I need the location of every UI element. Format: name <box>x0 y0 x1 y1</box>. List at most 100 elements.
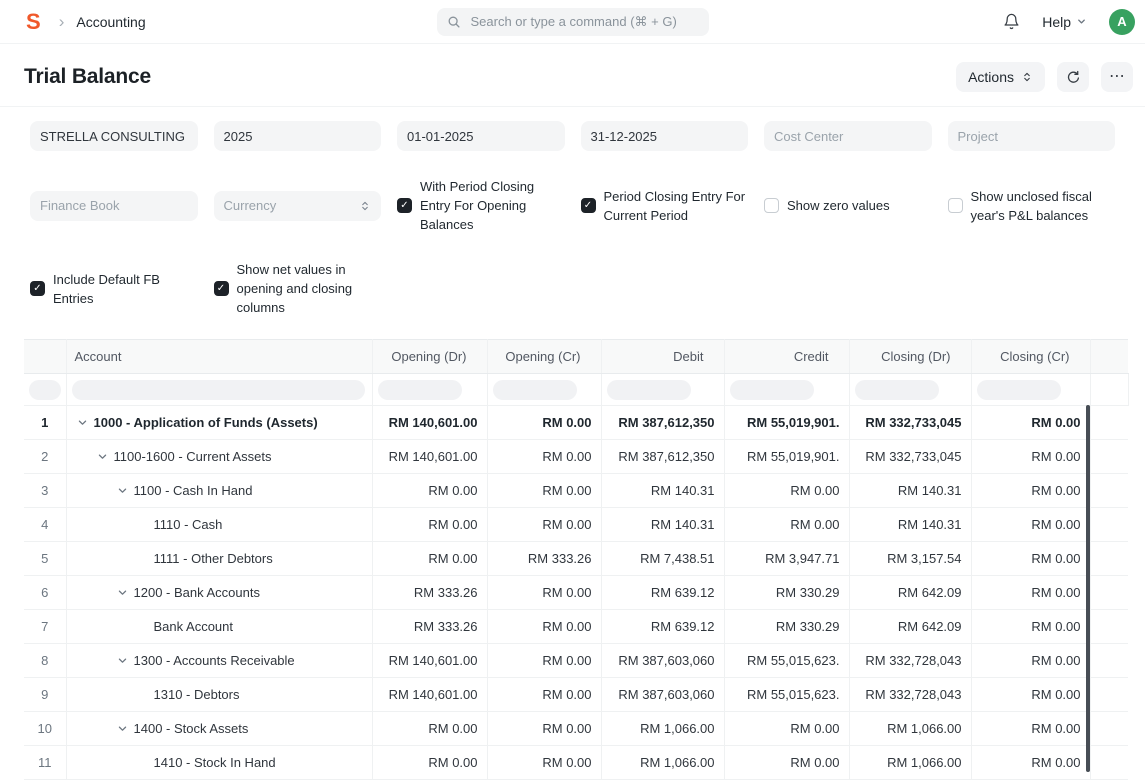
account-cell[interactable]: 1400 - Stock Assets <box>66 712 372 746</box>
more-options-button[interactable]: ⋯ <box>1101 62 1133 92</box>
account-cell[interactable]: Bank Account <box>66 610 372 644</box>
table-row[interactable]: 21100-1600 - Current AssetsRM 140,601.00… <box>24 440 1128 474</box>
checkbox-include-default-fb[interactable]: Include Default FB Entries <box>30 270 198 308</box>
table-row[interactable]: 11000 - Application of Funds (Assets) RM … <box>24 406 1128 440</box>
account-cell[interactable]: 1111 - Other Debtors <box>66 542 372 576</box>
rownum-filter-input[interactable] <box>29 380 61 400</box>
account-cell[interactable]: 1000 - Application of Funds (Assets) <box>66 406 372 440</box>
closing-cr-filter-input[interactable] <box>977 380 1061 400</box>
account-name: 1200 - Bank Accounts <box>134 585 260 600</box>
opening-dr-filter-input[interactable] <box>378 380 462 400</box>
column-header-debit[interactable]: Debit <box>601 340 724 374</box>
search-icon <box>447 15 461 29</box>
chevron-down-icon[interactable] <box>117 723 134 734</box>
chevron-down-icon[interactable] <box>77 417 94 428</box>
to-date-filter[interactable] <box>581 121 749 151</box>
account-cell[interactable]: 1100 - Cash In Hand <box>66 474 372 508</box>
chevron-down-icon[interactable] <box>117 485 134 496</box>
breadcrumb[interactable]: Accounting <box>76 14 145 30</box>
amount-cell: RM 0.00 <box>487 712 601 746</box>
checkbox-icon[interactable] <box>397 198 412 213</box>
account-name: 1310 - Debtors <box>154 687 240 702</box>
account-cell[interactable]: 1310 - Debtors <box>66 678 372 712</box>
global-search[interactable] <box>437 8 709 36</box>
column-header-credit[interactable]: Credit <box>724 340 849 374</box>
column-header-opening-dr[interactable]: Opening (Dr) <box>372 340 487 374</box>
refresh-icon <box>1066 70 1081 85</box>
navbar: S › Accounting Help A <box>0 0 1145 44</box>
table-row[interactable]: 81300 - Accounts ReceivableRM 140,601.00… <box>24 644 1128 678</box>
opening-cr-filter-input[interactable] <box>493 380 577 400</box>
from-date-filter[interactable] <box>397 121 565 151</box>
amount-cell: RM 55,019,901. <box>724 440 849 474</box>
amount-cell: RM 333.26 <box>372 576 487 610</box>
filler-cell <box>1090 712 1128 746</box>
credit-filter-input[interactable] <box>730 380 814 400</box>
account-name: 1111 - Other Debtors <box>154 551 273 566</box>
account-name: 1100 - Cash In Hand <box>134 483 253 498</box>
debit-filter-input[interactable] <box>607 380 691 400</box>
account-filter-input[interactable] <box>72 380 365 400</box>
checkbox-period-closing-opening[interactable]: With Period Closing Entry For Opening Ba… <box>397 177 565 234</box>
table-row[interactable]: 101400 - Stock AssetsRM 0.00RM 0.00RM 1,… <box>24 712 1128 746</box>
chevron-down-icon[interactable] <box>117 655 134 666</box>
column-header-opening-cr[interactable]: Opening (Cr) <box>487 340 601 374</box>
account-cell[interactable]: 1100-1600 - Current Assets <box>66 440 372 474</box>
search-input[interactable] <box>469 13 699 30</box>
cost-center-filter[interactable] <box>764 121 932 151</box>
checkbox-show-net-values[interactable]: Show net values in opening and closing c… <box>214 260 382 317</box>
amount-cell: RM 0.00 <box>724 508 849 542</box>
fiscal-year-filter[interactable] <box>214 121 382 151</box>
amount-cell: RM 55,015,623. <box>724 678 849 712</box>
vertical-scrollbar[interactable] <box>1086 405 1090 772</box>
checkbox-icon[interactable] <box>30 281 45 296</box>
table-row[interactable]: 91310 - DebtorsRM 140,601.00RM 0.00RM 38… <box>24 678 1128 712</box>
amount-cell: RM 3,157.54 <box>849 542 971 576</box>
avatar[interactable]: A <box>1109 9 1135 35</box>
account-cell[interactable]: 1200 - Bank Accounts <box>66 576 372 610</box>
amount-cell: RM 140,601.00 <box>372 440 487 474</box>
account-cell[interactable]: 1110 - Cash <box>66 508 372 542</box>
checkbox-period-closing-current[interactable]: Period Closing Entry For Current Period <box>581 187 749 225</box>
amount-cell: RM 0.00 <box>971 406 1090 440</box>
amount-cell: RM 0.00 <box>971 746 1090 780</box>
table-header-row: Account Opening (Dr) Opening (Cr) Debit … <box>24 340 1128 374</box>
table-row[interactable]: 51111 - Other DebtorsRM 0.00RM 333.26RM … <box>24 542 1128 576</box>
account-cell[interactable]: 1300 - Accounts Receivable <box>66 644 372 678</box>
notifications-button[interactable] <box>1003 13 1020 30</box>
refresh-button[interactable] <box>1057 62 1089 92</box>
chevron-down-icon[interactable] <box>97 451 114 462</box>
help-menu[interactable]: Help <box>1042 14 1087 30</box>
app-logo[interactable]: S <box>26 11 41 33</box>
filler-cell <box>1090 610 1128 644</box>
project-filter[interactable] <box>948 121 1116 151</box>
table-row[interactable]: 31100 - Cash In HandRM 0.00RM 0.00RM 140… <box>24 474 1128 508</box>
checkbox-icon[interactable] <box>764 198 779 213</box>
column-header-closing-dr[interactable]: Closing (Dr) <box>849 340 971 374</box>
filler-cell <box>1090 678 1128 712</box>
table-row[interactable]: 111410 - Stock In HandRM 0.00RM 0.00RM 1… <box>24 746 1128 780</box>
table-row[interactable]: 61200 - Bank AccountsRM 333.26RM 0.00RM … <box>24 576 1128 610</box>
table-row[interactable]: 41110 - CashRM 0.00RM 0.00RM 140.31RM 0.… <box>24 508 1128 542</box>
chevron-down-icon[interactable] <box>117 587 134 598</box>
checkbox-icon[interactable] <box>581 198 596 213</box>
company-filter[interactable] <box>30 121 198 151</box>
table-row[interactable]: 7Bank AccountRM 333.26RM 0.00RM 639.12RM… <box>24 610 1128 644</box>
checkbox-icon[interactable] <box>948 198 963 213</box>
actions-button[interactable]: Actions <box>956 62 1045 92</box>
checkbox-icon[interactable] <box>214 281 229 296</box>
currency-select[interactable]: Currency <box>214 191 382 221</box>
checkbox-show-zero-values[interactable]: Show zero values <box>764 196 932 215</box>
checkbox-show-unclosed-pl[interactable]: Show unclosed fiscal year's P&L balances <box>948 187 1116 225</box>
column-header-closing-cr[interactable]: Closing (Cr) <box>971 340 1090 374</box>
account-cell[interactable]: 1410 - Stock In Hand <box>66 746 372 780</box>
amount-cell: RM 1,066.00 <box>601 746 724 780</box>
amount-cell: RM 332,728,043 <box>849 644 971 678</box>
amount-cell: RM 0.00 <box>372 712 487 746</box>
row-number: 1 <box>24 406 66 440</box>
closing-dr-filter-input[interactable] <box>855 380 939 400</box>
column-header-account[interactable]: Account <box>66 340 372 374</box>
amount-cell: RM 0.00 <box>487 474 601 508</box>
account-name: 1410 - Stock In Hand <box>154 755 276 770</box>
finance-book-filter[interactable] <box>30 191 198 221</box>
